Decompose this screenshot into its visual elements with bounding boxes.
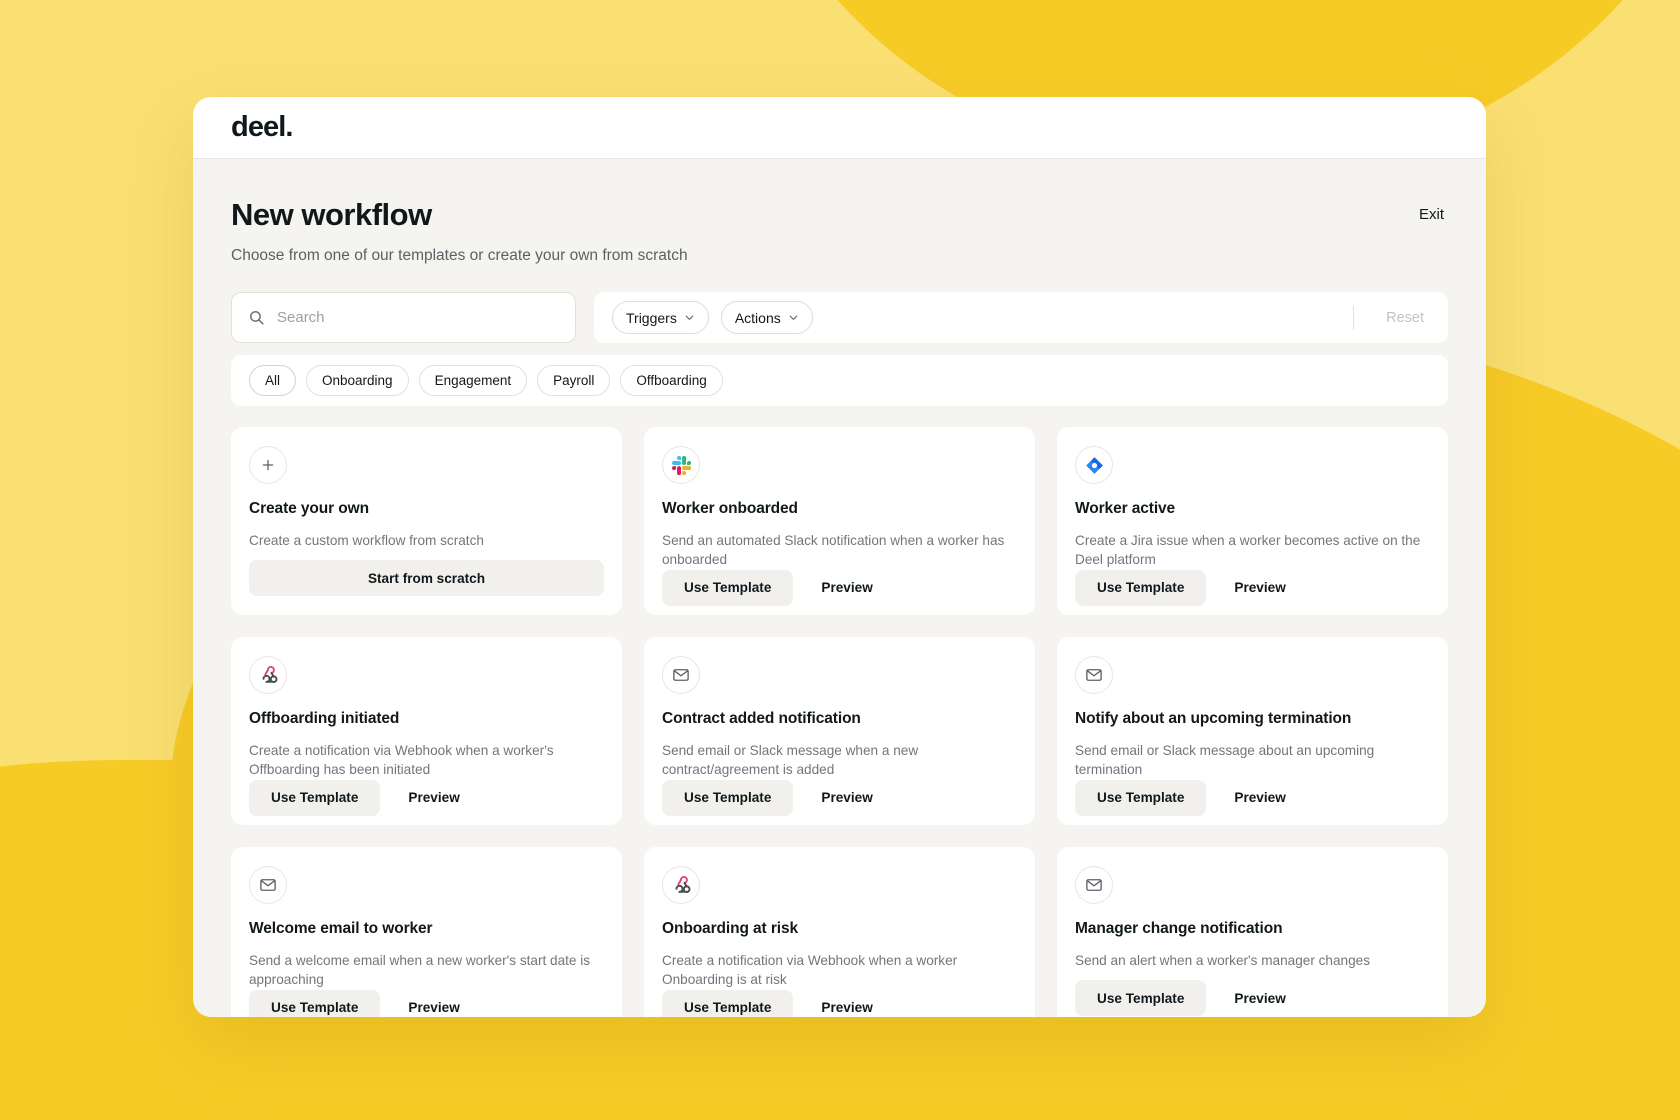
- card-description: Send an alert when a worker's manager ch…: [1075, 953, 1371, 968]
- template-card[interactable]: Welcome email to worker Send a welcome e…: [231, 847, 622, 1017]
- card-actions: Use Template Preview: [1075, 569, 1430, 606]
- page-title: New workflow: [231, 197, 432, 232]
- card-actions: Use Template Preview: [662, 779, 1017, 816]
- use-template-button[interactable]: Use Template: [662, 989, 794, 1017]
- search-icon: [248, 309, 265, 326]
- reset-button[interactable]: Reset: [1386, 310, 1424, 326]
- category-chip-payroll[interactable]: Payroll: [537, 365, 611, 396]
- category-chip-engagement[interactable]: Engagement: [418, 365, 528, 396]
- card-title: Welcome email to worker: [249, 920, 433, 937]
- use-template-button[interactable]: Use Template: [662, 779, 794, 816]
- dropdown-bar: Triggers Actions Reset: [594, 292, 1448, 343]
- envelope-icon: [1075, 866, 1113, 904]
- envelope-icon: [249, 866, 287, 904]
- preview-button[interactable]: Preview: [799, 570, 894, 606]
- page-subtitle: Choose from one of our templates or crea…: [231, 247, 688, 264]
- template-card-grid: Create your own Create a custom workflow…: [231, 427, 1448, 1017]
- preview-button[interactable]: Preview: [1212, 780, 1307, 816]
- preview-button[interactable]: Preview: [386, 780, 481, 816]
- card-description: Create a Jira issue when a worker become…: [1075, 533, 1421, 568]
- chevron-down-icon: [684, 312, 695, 323]
- template-card[interactable]: Contract added notification Send email o…: [644, 637, 1035, 825]
- use-template-button[interactable]: Use Template: [1075, 569, 1207, 606]
- plus-icon: [249, 446, 287, 484]
- top-bar: deel.: [193, 97, 1486, 159]
- divider: [1353, 305, 1355, 330]
- preview-button[interactable]: Preview: [799, 780, 894, 816]
- chevron-down-icon: [788, 312, 799, 323]
- template-card[interactable]: Worker onboarded Send an automated Slack…: [644, 427, 1035, 615]
- preview-button[interactable]: Preview: [1212, 980, 1307, 1016]
- card-description: Create a notification via Webhook when a…: [249, 743, 554, 778]
- category-chip-all[interactable]: All: [249, 365, 297, 396]
- search-input[interactable]: [277, 309, 559, 326]
- card-actions: Use Template Preview: [1075, 980, 1430, 1016]
- slack-icon: [662, 446, 700, 484]
- card-actions: Use Template Preview: [662, 989, 1017, 1017]
- template-card[interactable]: Create your own Create a custom workflow…: [231, 427, 622, 615]
- use-template-button[interactable]: Use Template: [249, 779, 381, 816]
- card-description: Send email or Slack message about an upc…: [1075, 743, 1375, 778]
- main-content: New workflow Exit Choose from one of our…: [193, 159, 1486, 1017]
- exit-button[interactable]: Exit: [1419, 206, 1444, 223]
- card-title: Contract added notification: [662, 710, 861, 727]
- card-actions: Start from scratch: [249, 560, 604, 596]
- card-description: Send an automated Slack notification whe…: [662, 533, 1005, 568]
- card-title: Create your own: [249, 500, 369, 517]
- category-chip-onboarding[interactable]: Onboarding: [306, 365, 409, 396]
- card-actions: Use Template Preview: [249, 779, 604, 816]
- card-actions: Use Template Preview: [662, 569, 1017, 606]
- card-description: Send email or Slack message when a new c…: [662, 743, 919, 778]
- card-description: Create a custom workflow from scratch: [249, 533, 484, 548]
- template-card[interactable]: Worker active Create a Jira issue when a…: [1057, 427, 1448, 615]
- start-from-scratch-button[interactable]: Start from scratch: [249, 560, 604, 596]
- template-card[interactable]: Onboarding at risk Create a notification…: [644, 847, 1035, 1017]
- triggers-dropdown[interactable]: Triggers: [612, 301, 709, 334]
- category-chip-offboarding[interactable]: Offboarding: [620, 365, 723, 396]
- app-window: deel. New workflow Exit Choose from one …: [193, 97, 1486, 1017]
- preview-button[interactable]: Preview: [799, 990, 894, 1017]
- template-card[interactable]: Manager change notification Send an aler…: [1057, 847, 1448, 1017]
- card-description: Create a notification via Webhook when a…: [662, 953, 958, 988]
- actions-dropdown[interactable]: Actions: [720, 301, 813, 334]
- triggers-label: Triggers: [626, 309, 677, 326]
- card-actions: Use Template Preview: [1075, 779, 1430, 816]
- card-title: Worker active: [1075, 500, 1176, 517]
- filter-row: Triggers Actions: [231, 292, 1448, 343]
- card-title: Notify about an upcoming termination: [1075, 710, 1352, 727]
- envelope-icon: [662, 656, 700, 694]
- deel-logo[interactable]: deel.: [231, 111, 293, 144]
- card-title: Worker onboarded: [662, 500, 798, 517]
- envelope-icon: [1075, 656, 1113, 694]
- card-title: Onboarding at risk: [662, 920, 798, 937]
- card-title: Manager change notification: [1075, 920, 1283, 937]
- page-header: New workflow Exit: [231, 197, 1448, 233]
- card-actions: Use Template Preview: [249, 989, 604, 1017]
- use-template-button[interactable]: Use Template: [1075, 980, 1207, 1016]
- category-chips-bar: All Onboarding Engagement Payroll Offboa…: [231, 355, 1448, 406]
- template-card[interactable]: Notify about an upcoming termination Sen…: [1057, 637, 1448, 825]
- webhook-icon: [662, 866, 700, 904]
- template-card[interactable]: Offboarding initiated Create a notificat…: [231, 637, 622, 825]
- card-description: Send a welcome email when a new worker's…: [249, 953, 591, 988]
- preview-button[interactable]: Preview: [1212, 570, 1307, 606]
- actions-label: Actions: [734, 309, 781, 326]
- use-template-button[interactable]: Use Template: [249, 989, 381, 1017]
- jira-icon: [1075, 446, 1113, 484]
- card-title: Offboarding initiated: [249, 710, 400, 727]
- search-box[interactable]: [231, 292, 576, 343]
- preview-button[interactable]: Preview: [386, 990, 481, 1017]
- use-template-button[interactable]: Use Template: [1075, 779, 1207, 816]
- use-template-button[interactable]: Use Template: [662, 569, 794, 606]
- webhook-icon: [249, 656, 287, 694]
